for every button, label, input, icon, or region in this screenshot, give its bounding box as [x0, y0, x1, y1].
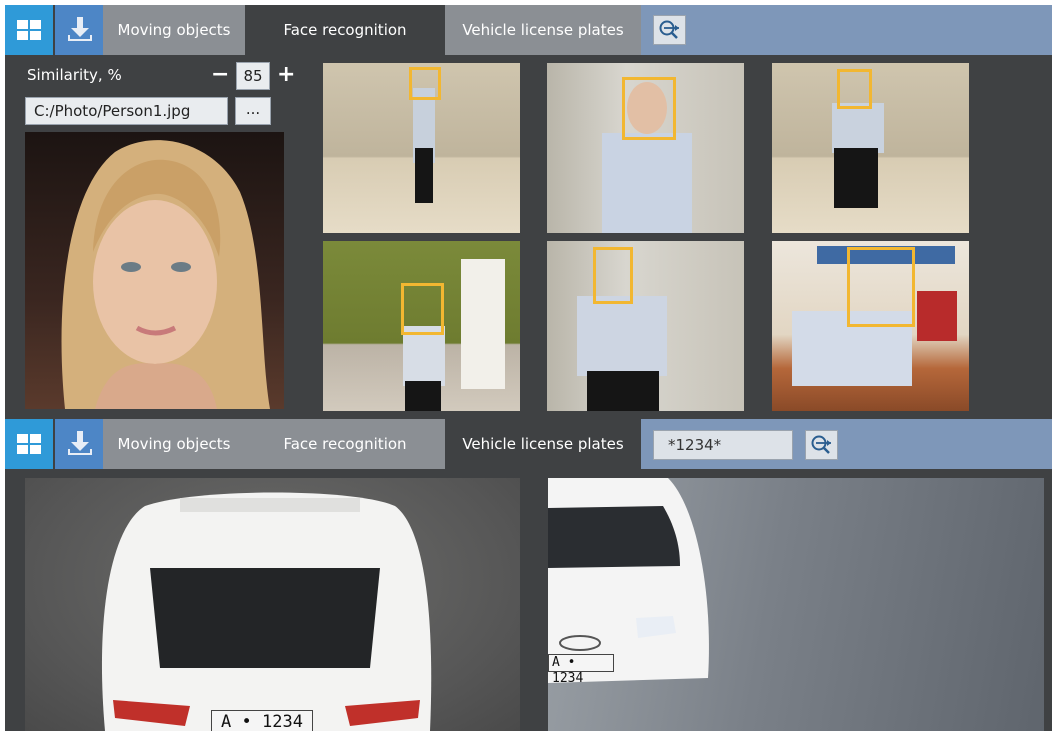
match-thumbnail[interactable] [772, 63, 969, 233]
plate-search-input[interactable] [653, 430, 793, 460]
search-button[interactable] [805, 430, 838, 460]
reference-face-photo [25, 132, 284, 409]
tab-vehicle-license-plates[interactable]: Vehicle license plates [445, 5, 641, 55]
license-plate: A • 1234 [211, 710, 313, 731]
browse-button[interactable]: ... [235, 97, 271, 125]
layout-grid-button[interactable] [5, 5, 55, 55]
match-thumbnail[interactable] [547, 241, 744, 411]
similarity-label: Similarity, % [27, 66, 122, 84]
similarity-decrease-button[interactable]: − [211, 63, 229, 87]
similarity-increase-button[interactable]: + [277, 63, 295, 87]
grid-icon [17, 434, 41, 454]
camera-view-2[interactable]: A • 1234 [548, 478, 1044, 731]
layout-grid-button[interactable] [5, 419, 55, 469]
top-toolbar: Moving objects Face recognition Vehicle … [5, 5, 1052, 55]
match-thumbnail[interactable] [547, 63, 744, 233]
camera-view-1[interactable]: A • 1234 [25, 478, 520, 731]
similarity-value-field[interactable]: 85 [236, 62, 270, 90]
match-thumbnail[interactable] [323, 63, 520, 233]
export-button[interactable] [55, 419, 105, 469]
face-detection-box [593, 247, 633, 304]
face-detection-box [409, 67, 441, 100]
face-detection-box [837, 69, 872, 109]
grid-icon [17, 20, 41, 40]
tab-face-recognition[interactable]: Face recognition [245, 419, 445, 469]
search-button[interactable] [653, 15, 686, 45]
download-icon [68, 431, 92, 455]
face-detection-box [622, 77, 676, 140]
export-button[interactable] [55, 5, 105, 55]
tab-moving-objects[interactable]: Moving objects [103, 5, 245, 55]
face-detection-box [401, 283, 444, 335]
license-plate: A • 1234 [548, 654, 614, 686]
tab-face-recognition[interactable]: Face recognition [245, 5, 445, 55]
match-thumbnail[interactable] [772, 241, 969, 411]
photo-path-field[interactable]: C:/Photo/Person1.jpg [25, 97, 228, 125]
match-thumbnail[interactable] [323, 241, 520, 411]
search-arrow-icon [659, 20, 679, 39]
search-arrow-icon [811, 435, 831, 454]
tab-moving-objects[interactable]: Moving objects [103, 419, 245, 469]
tab-vehicle-license-plates[interactable]: Vehicle license plates [445, 419, 641, 469]
app-frame: Moving objects Face recognition Vehicle … [5, 5, 1052, 731]
face-detection-box [847, 247, 915, 327]
bottom-toolbar: Moving objects Face recognition Vehicle … [5, 419, 1052, 469]
download-icon [68, 17, 92, 41]
